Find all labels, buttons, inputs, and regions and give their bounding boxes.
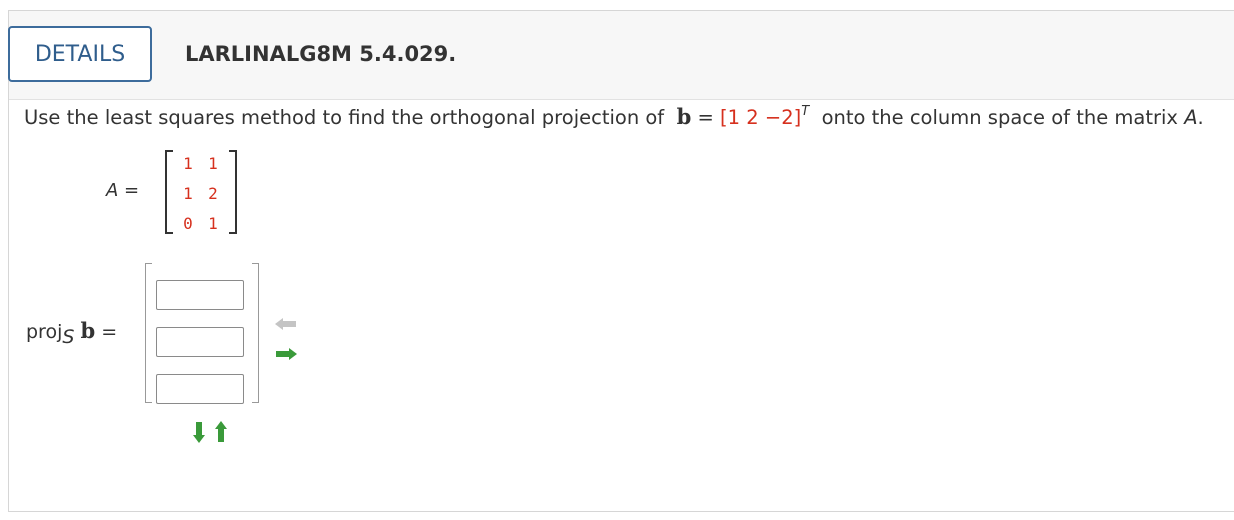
equals-sign: =	[697, 106, 714, 129]
details-button[interactable]: DETAILS	[8, 26, 152, 82]
question-suffix: onto the column space of the matrix	[821, 106, 1178, 129]
question-id: LARLINALG8M 5.4.029.	[185, 42, 457, 66]
answer-input-2[interactable]	[156, 327, 244, 357]
answer-right-bracket	[252, 263, 259, 403]
answer-input-3[interactable]	[156, 374, 244, 404]
remove-column-arrow-icon[interactable]	[275, 317, 297, 331]
matrix-left-bracket	[165, 150, 173, 234]
answer-matrix	[145, 263, 259, 404]
transpose-superscript: T	[801, 104, 810, 119]
question-header: DETAILS LARLINALG8M 5.4.029.	[8, 11, 1234, 100]
question-period: .	[1197, 106, 1204, 129]
matrix-cell: 0	[183, 214, 193, 233]
answer-input-1[interactable]	[156, 280, 244, 310]
proj-text: proj	[26, 321, 63, 343]
remove-row-arrow-icon[interactable]	[214, 421, 228, 443]
question-text: Use the least squares method to find the…	[24, 104, 1204, 129]
matrix-cell: 1	[183, 154, 193, 173]
matrix-cell: 1	[208, 214, 218, 233]
matrix-a-symbol: A	[1184, 106, 1198, 129]
proj-b-symbol: b	[80, 318, 96, 343]
matrix-a-label: A =	[106, 180, 140, 201]
matrix-a: 1 1 1 2 0 1	[165, 150, 237, 236]
proj-equals: =	[101, 321, 118, 343]
question-prefix: Use the least squares method to find the…	[24, 106, 665, 129]
matrix-cell: 1	[183, 184, 193, 203]
vector-b-symbol: b	[676, 104, 692, 129]
matrix-cell: 2	[208, 184, 218, 203]
matrix-cell: 1	[208, 154, 218, 173]
add-row-arrow-icon[interactable]	[192, 421, 206, 443]
vector-b-value: [1 2 −2]	[720, 106, 802, 129]
answer-left-bracket	[145, 263, 152, 403]
proj-subscript: S	[62, 326, 75, 348]
projection-label: projS b =	[26, 318, 118, 348]
matrix-right-bracket	[229, 150, 237, 234]
add-column-arrow-icon[interactable]	[275, 347, 297, 361]
